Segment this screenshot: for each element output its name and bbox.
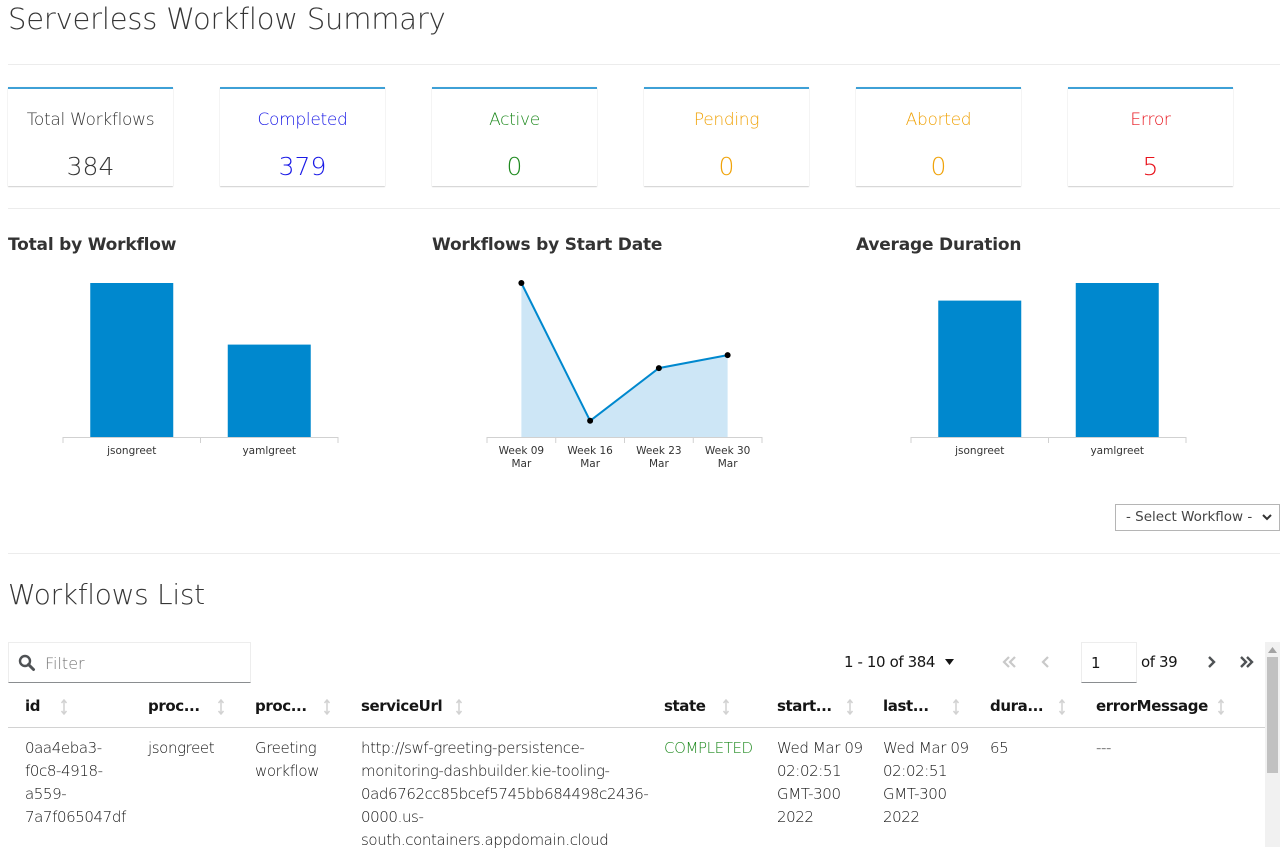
caret-down-icon[interactable] [944,657,955,667]
chart-title-workflows-by-start-date: Workflows by Start Date [432,235,663,255]
sort-icon[interactable] [60,699,68,715]
card-pending: Pending 0 [644,87,809,186]
x-tick-label: Week 23 Mar [636,445,681,470]
workflow-select-value: - Select Workflow - [1126,509,1253,525]
cell-id: 0aa4eba3- f0c8-4918- a559- 7a7f065047df [25,739,126,826]
card-label: Active [489,110,540,130]
total-by-workflow-chart: jsongreet yamlgreet [62,283,339,457]
card-error: Error 5 [1068,87,1233,186]
last-page-button[interactable] [1237,651,1257,673]
cell-service-url[interactable]: http://swf-greeting-persistence- monitor… [361,737,649,852]
x-axis [486,437,763,443]
cell-duration: 65 [990,739,1009,757]
x-axis [62,437,339,443]
data-point-0[interactable] [518,280,525,286]
sort-icon[interactable] [323,699,331,715]
previous-page-button[interactable] [1036,651,1056,673]
page-number-input[interactable] [1081,642,1137,683]
bar-jsongreet[interactable] [90,283,174,437]
sort-icon[interactable] [1058,699,1066,715]
x-tick-label: yamlgreet [242,445,296,457]
card-label: Total Workflows [26,110,155,130]
filter-input[interactable] [43,651,243,675]
card-label: Error [1130,110,1171,130]
table-header: id proc... proc... serviceUrl state star… [8,686,1265,728]
scroll-up-arrow-icon[interactable] [1268,647,1277,653]
card-active: Active 0 [432,87,597,186]
card-value: 384 [66,152,115,181]
data-point-3[interactable] [724,352,731,359]
column-header-start[interactable]: start... [777,697,832,715]
data-point-1[interactable] [587,417,594,424]
column-header-process-name[interactable]: proc... [255,697,307,715]
column-header-duration[interactable]: dura... [990,697,1044,715]
sort-icon[interactable] [846,699,854,715]
sort-icon[interactable] [1217,699,1225,715]
bar-yamlgreet[interactable] [1075,283,1159,437]
pagination-range: 1 - 10 [844,653,886,671]
card-total-workflows: Total Workflows 384 [8,87,173,186]
filter-field[interactable] [8,642,251,683]
table-scrollbar[interactable] [1265,642,1280,847]
chart-title-average-duration: Average Duration [856,235,1022,255]
bar-jsongreet[interactable] [938,300,1022,437]
x-tick-label: yamlgreet [1090,445,1144,457]
workflows-list-title: Workflows List [8,578,205,611]
column-header-service-url[interactable]: serviceUrl [361,697,443,715]
x-tick-label: Week 09 Mar [499,445,544,470]
card-label: Aborted [905,110,972,130]
column-header-error-message[interactable]: errorMessage [1096,697,1208,715]
workflows-by-start-date-chart: Week 09 Mar Week 16 Mar Week 23 Mar Week 30 Mar [486,280,763,470]
bar-yamlgreet[interactable] [227,344,311,437]
divider [8,208,1280,209]
column-header-process-id[interactable]: proc... [148,697,200,715]
x-tick-label: jsongreet [106,445,156,457]
pagination-range-toggle[interactable]: 1 - 10 of 384 [844,653,935,671]
card-completed: Completed 379 [220,87,385,186]
sort-icon[interactable] [455,699,463,715]
card-value: 379 [278,152,327,181]
card-value: 0 [718,152,735,181]
sort-icon[interactable] [952,699,960,715]
sort-icon[interactable] [722,699,730,715]
cell-error-message: --- [1096,739,1112,757]
pagination-of-label: of [889,653,904,671]
pagination-total: 384 [907,653,936,671]
card-label: Completed [257,110,348,130]
page-count: of 39 [1141,653,1178,671]
card-aborted: Aborted 0 [856,87,1021,186]
x-tick-label: Week 16 Mar [567,445,613,470]
card-value: 0 [506,152,523,181]
search-icon [18,654,35,671]
page-title: Serverless Workflow Summary [8,2,446,36]
cell-state: COMPLETED [664,739,753,757]
column-header-id[interactable]: id [25,697,40,715]
chart-title-total-by-workflow: Total by Workflow [8,235,177,255]
column-header-last-update[interactable]: last... [883,697,929,715]
first-page-button[interactable] [1000,651,1020,673]
x-tick-label: jsongreet [954,445,1004,457]
workflow-select[interactable]: - Select Workflow - [1115,504,1280,531]
sort-icon[interactable] [217,699,225,715]
next-page-button[interactable] [1202,651,1222,673]
cell-process-id: jsongreet [148,739,215,757]
data-point-2[interactable] [655,365,662,372]
chevron-down-icon [1262,514,1272,521]
average-duration-chart: jsongreet yamlgreet [910,283,1187,457]
x-axis [910,437,1187,443]
x-tick-label: Week 30 Mar [705,445,750,470]
cell-process-name: Greeting workflow [255,739,319,780]
cell-start: Wed Mar 09 02:02:51 GMT-300 2022 [777,739,863,826]
card-value: 0 [930,152,947,181]
scrollbar-thumb[interactable] [1267,657,1278,773]
divider [8,64,1280,65]
cell-last-update: Wed Mar 09 02:02:51 GMT-300 2022 [883,739,969,826]
card-label: Pending [693,110,760,130]
divider [8,553,1280,554]
card-value: 5 [1142,152,1159,181]
column-header-state[interactable]: state [664,697,706,715]
